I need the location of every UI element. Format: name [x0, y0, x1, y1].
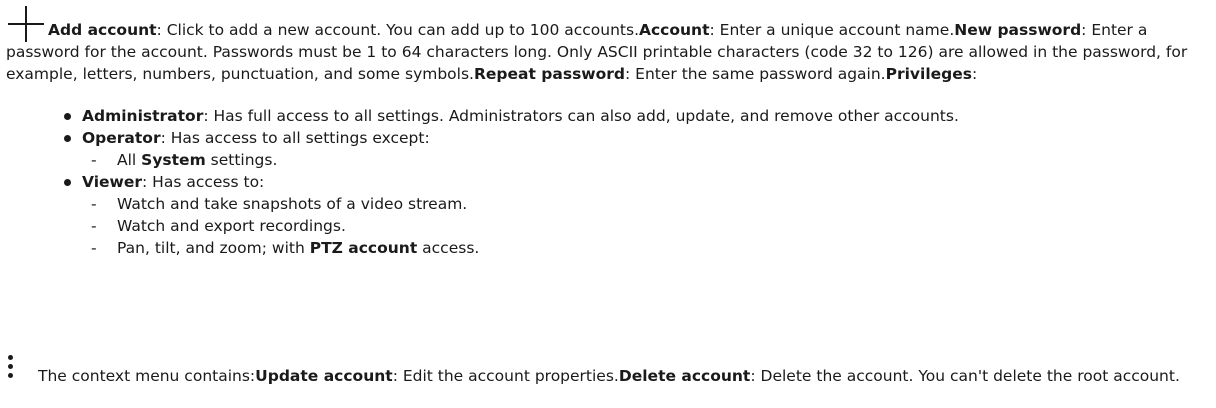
dash-marker: -: [91, 239, 97, 257]
update-account-term: Update account: [255, 367, 393, 385]
account-term: Account: [639, 21, 710, 39]
operator-sub-bold: System: [141, 151, 206, 169]
operator-description: : Has access to all settings except:: [160, 129, 430, 147]
operator-term: Operator: [82, 129, 161, 147]
account-description: : Enter a unique account name.: [709, 21, 955, 39]
viewer-sub-prefix: Pan, tilt, and zoom; with: [117, 239, 310, 257]
repeat-password-description: : Enter the same password again.: [625, 65, 886, 83]
viewer-term: Viewer: [82, 173, 143, 191]
privilege-viewer: Viewer: Has access to:: [0, 171, 1216, 193]
privilege-administrator: Administrator: Has full access to all se…: [0, 105, 1216, 127]
add-account-paragraph: Add account: Click to add a new account.…: [6, 19, 1210, 85]
dash-marker: -: [91, 217, 97, 235]
delete-account-term: Delete account: [618, 367, 751, 385]
dash-marker: -: [91, 195, 97, 213]
privilege-operator: Operator: Has access to all settings exc…: [0, 127, 1216, 149]
privileges-list: Administrator: Has full access to all se…: [0, 105, 1216, 259]
new-password-term: New password: [954, 21, 1082, 39]
add-account-description: : Click to add a new account. You can ad…: [156, 21, 639, 39]
viewer-sub-item: - Watch and take snapshots of a video str…: [0, 193, 1216, 215]
viewer-sub-item: - Pan, tilt, and zoom; with PTZ account a…: [0, 237, 1216, 259]
dash-marker: -: [91, 151, 97, 169]
bullet-icon: [64, 179, 71, 186]
viewer-sub-bold: PTZ account: [309, 239, 418, 257]
operator-sub-prefix: All: [117, 151, 142, 169]
administrator-term: Administrator: [82, 107, 204, 125]
administrator-description: : Has full access to all settings. Admin…: [203, 107, 959, 125]
viewer-sub-text: Watch and take snapshots of a video stre…: [117, 195, 468, 213]
privileges-colon: :: [972, 65, 978, 83]
context-menu-paragraph: The context menu contains:Update account…: [6, 365, 1210, 387]
update-account-description: : Edit the account properties.: [392, 367, 619, 385]
repeat-password-term: Repeat password: [473, 65, 626, 83]
context-menu-intro: The context menu contains:: [38, 367, 256, 385]
delete-account-description: : Delete the account. You can't delete t…: [750, 367, 1180, 385]
viewer-description: : Has access to:: [142, 173, 265, 191]
bullet-icon: [64, 135, 71, 142]
operator-sub-suffix: settings.: [205, 151, 278, 169]
add-account-term: Add account: [48, 21, 157, 39]
privileges-term: Privileges: [885, 65, 973, 83]
bullet-icon: [64, 113, 71, 120]
viewer-sub-item: - Watch and export recordings.: [0, 215, 1216, 237]
viewer-sub-text: Watch and export recordings.: [117, 217, 346, 235]
viewer-sub-suffix: access.: [417, 239, 480, 257]
operator-sub-item: - All System settings.: [0, 149, 1216, 171]
